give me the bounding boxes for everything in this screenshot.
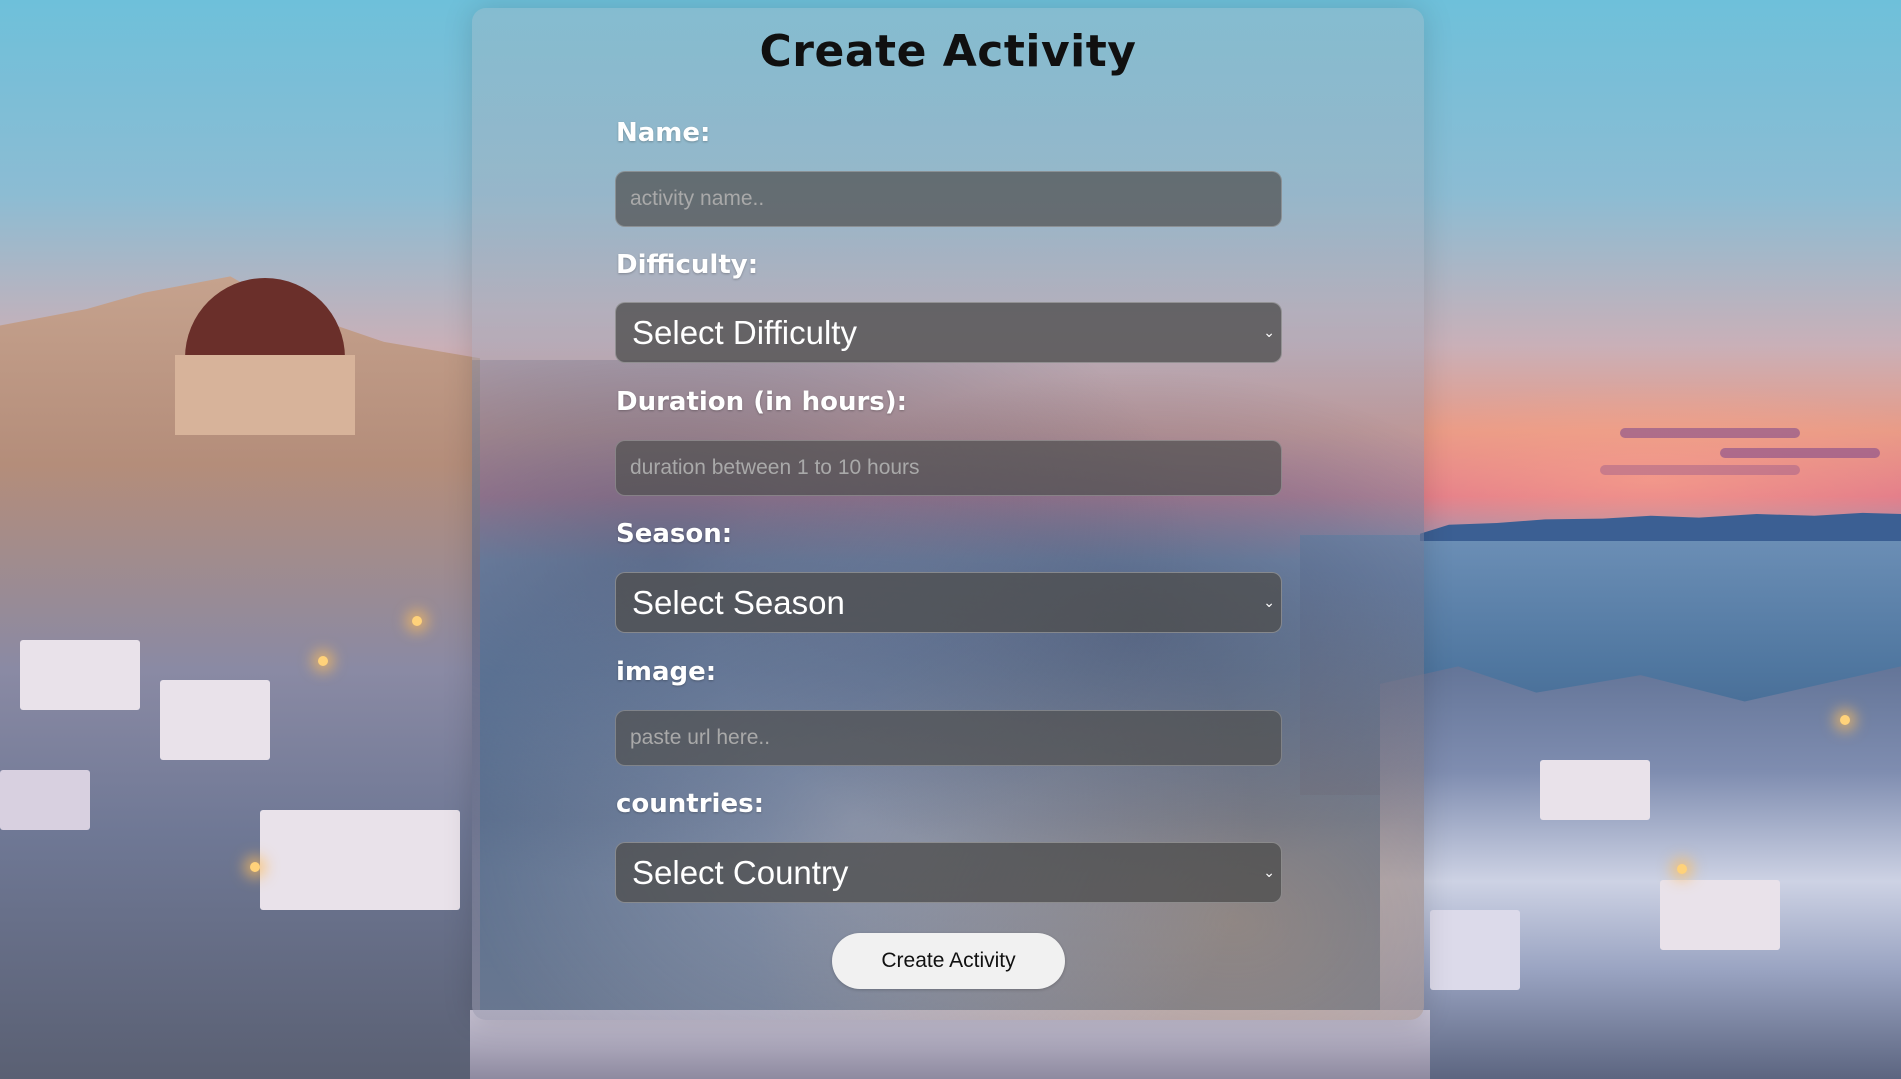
house	[20, 640, 140, 710]
house	[160, 680, 270, 760]
house	[0, 770, 90, 830]
season-label: Season:	[616, 519, 733, 549]
difficulty-selected-value: Select Difficulty	[632, 313, 857, 351]
town-bottom	[470, 1010, 1430, 1079]
street-light	[412, 616, 422, 626]
street-light	[1677, 864, 1687, 874]
season-select[interactable]: Select Season ⌄	[615, 572, 1282, 633]
chevron-down-icon: ⌄	[1263, 594, 1275, 611]
chevron-down-icon: ⌄	[1263, 324, 1275, 341]
countries-selected-value: Select Country	[632, 853, 849, 891]
page: Create Activity Name: Difficulty: Select…	[0, 0, 1901, 1079]
page-title: Create Activity	[759, 26, 1137, 77]
image-url-input[interactable]	[616, 711, 1281, 765]
name-label: Name:	[616, 118, 711, 148]
cloud	[1600, 465, 1800, 475]
house	[1660, 880, 1780, 950]
season-selected-value: Select Season	[632, 583, 845, 621]
church-base	[175, 355, 355, 435]
house	[1430, 910, 1520, 990]
chevron-down-icon: ⌄	[1263, 864, 1275, 881]
house	[1540, 760, 1650, 820]
street-light	[250, 862, 260, 872]
countries-select[interactable]: Select Country ⌄	[615, 842, 1282, 903]
cloud	[1720, 448, 1880, 458]
street-light	[1840, 715, 1850, 725]
street-light	[318, 656, 328, 666]
image-field	[615, 710, 1282, 766]
house	[260, 810, 460, 910]
name-field	[615, 171, 1282, 227]
image-label: image:	[616, 657, 717, 687]
duration-input[interactable]	[616, 441, 1281, 495]
cloud	[1620, 428, 1800, 438]
name-input[interactable]	[616, 172, 1281, 226]
town-right	[1380, 666, 1901, 1079]
difficulty-select[interactable]: Select Difficulty ⌄	[615, 302, 1282, 363]
countries-label: countries:	[616, 789, 764, 819]
duration-label: Duration (in hours):	[616, 387, 908, 417]
difficulty-label: Difficulty:	[616, 250, 759, 280]
create-activity-button[interactable]: Create Activity	[832, 933, 1065, 989]
duration-field	[615, 440, 1282, 496]
